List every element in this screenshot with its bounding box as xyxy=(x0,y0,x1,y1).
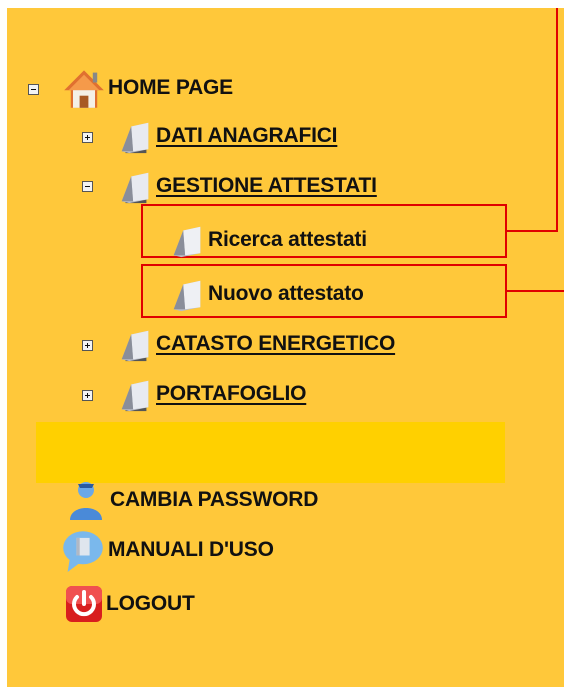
home-icon xyxy=(64,70,104,108)
submenu-item-ricerca-attestati-label: Ricerca attestati xyxy=(208,228,367,251)
menu-item-logout-label: LOGOUT xyxy=(106,592,195,615)
menu-item-gestione-attestati-label: GESTIONE ATTESTATI xyxy=(156,174,377,197)
collapse-toggle-gestione[interactable] xyxy=(82,181,93,192)
folder-icon xyxy=(121,380,149,412)
chat-bubble-icon xyxy=(63,531,103,572)
menu-item-manuali-uso-label: MANUALI D'USO xyxy=(108,538,274,561)
menu-item-gestione-attestati[interactable]: GESTIONE ATTESTATI xyxy=(116,168,377,204)
menu-item-home-label: HOME PAGE xyxy=(108,76,233,99)
menu-item-portafoglio[interactable]: PORTAFOGLIO xyxy=(116,376,306,412)
submenu-item-nuovo-attestato-label: Nuovo attestato xyxy=(208,282,364,305)
menu-item-cambia-password[interactable]: CAMBIA PASSWORD xyxy=(64,482,319,520)
menu-item-dati-anagrafici[interactable]: DATI ANAGRAFICI xyxy=(116,118,338,154)
folder-icon xyxy=(121,330,149,362)
power-icon xyxy=(66,586,102,622)
menu-item-catasto-energetico[interactable]: CATASTO ENERGETICO xyxy=(116,326,395,362)
menu-item-catasto-energetico-label: CATASTO ENERGETICO xyxy=(156,332,396,355)
folder-icon xyxy=(173,280,201,312)
menu-item-cambia-password-label: CAMBIA PASSWORD xyxy=(110,488,319,511)
expand-toggle-dati[interactable] xyxy=(82,132,93,143)
menu-item-portafoglio-label: PORTAFOGLIO xyxy=(156,382,307,405)
submenu-item-nuovo-attestato[interactable]: Nuovo attestato xyxy=(168,276,364,312)
folder-icon xyxy=(121,172,149,204)
annotation-line-vertical xyxy=(556,8,558,232)
menu-item-home[interactable]: HOME PAGE xyxy=(62,70,233,108)
submenu-item-ricerca-attestati[interactable]: Ricerca attestati xyxy=(168,222,367,258)
menu-item-logout[interactable]: LOGOUT xyxy=(64,586,195,622)
collapse-toggle-home[interactable] xyxy=(28,84,39,95)
folder-icon xyxy=(121,122,149,154)
annotation-line-ricerca xyxy=(506,230,558,232)
separator-bar xyxy=(36,422,505,483)
folder-icon xyxy=(173,226,201,258)
expand-toggle-portafoglio[interactable] xyxy=(82,390,93,401)
menu-item-dati-anagrafici-label: DATI ANAGRAFICI xyxy=(156,124,338,147)
menu-item-manuali-uso[interactable]: MANUALI D'USO xyxy=(60,531,274,572)
user-icon xyxy=(70,482,102,520)
expand-toggle-catasto[interactable] xyxy=(82,340,93,351)
annotation-line-nuovo xyxy=(506,290,564,292)
